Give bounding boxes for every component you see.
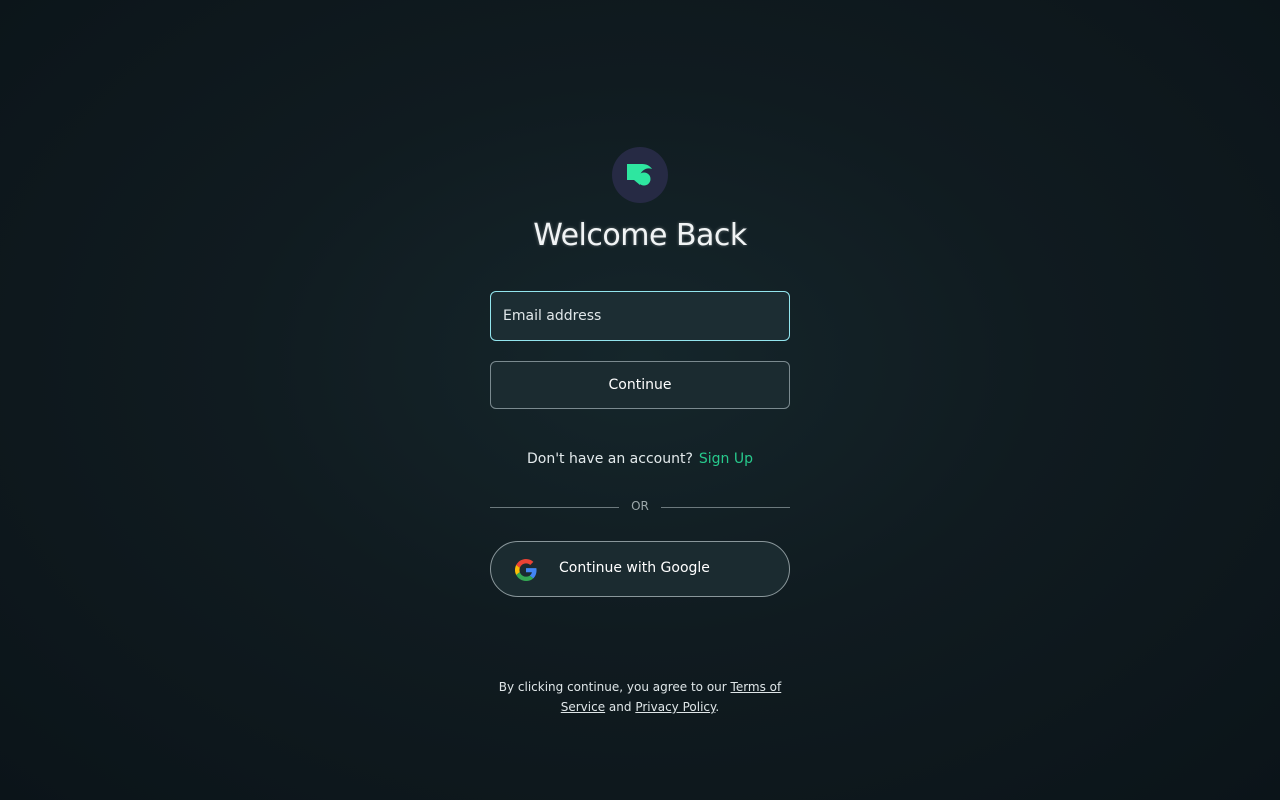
google-button-label: Continue with Google [559, 560, 710, 576]
page-title: Welcome Back [533, 218, 747, 253]
divider-right [661, 507, 790, 508]
continue-button[interactable]: Continue [490, 361, 790, 409]
brand-logo [612, 147, 668, 203]
signup-prompt: Don't have an account? Sign Up [0, 451, 1280, 467]
legal-notice: By clicking continue, you agree to our T… [490, 677, 790, 717]
legal-suffix: . [715, 700, 720, 714]
legal-and: and [605, 700, 636, 714]
brand-logo-icon [627, 164, 652, 186]
google-signin-button[interactable]: Continue with Google [490, 541, 790, 597]
google-icon [515, 559, 537, 581]
sign-up-link[interactable]: Sign Up [699, 451, 753, 467]
email-field[interactable] [490, 291, 790, 341]
divider-label: OR [631, 499, 649, 513]
legal-prefix: By clicking continue, you agree to our [498, 680, 731, 694]
divider-left [490, 507, 619, 508]
privacy-policy-link[interactable]: Privacy Policy [635, 700, 715, 714]
signup-question: Don't have an account? [526, 451, 693, 467]
